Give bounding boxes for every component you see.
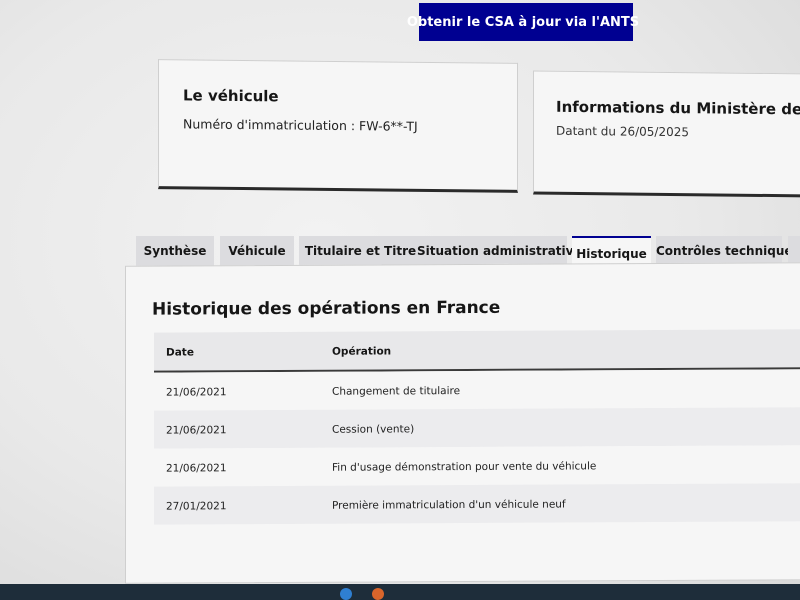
vehicle-card-title: Le véhicule [183,86,279,106]
column-header-operation: Opération [332,345,392,358]
plate-number: Numéro d'immatriculation : FW-6**-TJ [183,116,418,134]
tab-bar: Synthèse Véhicule Titulaire et Titre Sit… [136,236,800,266]
vehicle-card: Le véhicule Numéro d'immatriculation : F… [158,59,518,193]
row-date: 21/06/2021 [166,386,227,399]
historique-title: Historique des opérations en France [152,297,501,320]
row-date: 21/06/2021 [166,424,227,437]
table-header: Date Opération [154,329,800,373]
row-operation: Changement de titulaire [332,385,461,398]
tab-historique[interactable]: Historique [572,236,651,266]
historique-table: Date Opération 21/06/2021 Changement de … [154,329,800,525]
table-row: 21/06/2021 Cession (vente) [154,407,800,449]
ants-csa-button-label: Obtenir le CSA à jour via l'ANTS [406,14,640,30]
taskbar-app-icon[interactable] [372,588,384,600]
row-operation: Fin d'usage démonstration pour vente du … [332,460,597,474]
ants-csa-button[interactable]: Obtenir le CSA à jour via l'ANTS [407,3,639,41]
row-operation: Première immatriculation d'un véhicule n… [332,498,566,512]
tab-synthese[interactable]: Synthèse [136,236,214,266]
taskbar-app-icon[interactable] [340,588,352,600]
table-row: 21/06/2021 Changement de titulaire [154,369,800,411]
ministere-date: Datant du 26/05/2025 [556,123,689,140]
column-header-date: Date [166,346,194,359]
tab-situation-administrative[interactable]: Situation administrative [417,236,582,266]
screen: Obtenir le CSA à jour via l'ANTS Le véhi… [0,0,800,600]
os-taskbar [0,584,800,600]
tab-vehicule[interactable]: Véhicule [220,236,294,266]
row-operation: Cession (vente) [332,423,415,436]
row-date: 21/06/2021 [166,462,227,475]
tab-titulaire-titre[interactable]: Titulaire et Titre [299,236,422,266]
historique-panel: Historique des opérations en France Date… [125,262,800,584]
ministere-card-title: Informations du Ministère de l'Intérieu [556,97,800,119]
table-row: 21/06/2021 Fin d'usage démonstration pou… [154,445,800,487]
table-row: 27/01/2021 Première immatriculation d'un… [154,483,800,525]
ministere-card: Informations du Ministère de l'Intérieu … [533,70,800,198]
row-date: 27/01/2021 [166,500,227,513]
